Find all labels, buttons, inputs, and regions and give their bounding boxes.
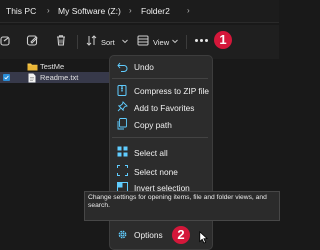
select-none-icon [117,165,128,176]
undo-icon [117,62,128,72]
list-item[interactable]: TestMe [22,61,109,72]
step-badge-1: 1 [214,31,232,49]
menu-item-label: Select none [134,167,178,177]
sort-button[interactable]: Sort [101,38,115,47]
step-badge-2: 2 [172,226,190,244]
menu-item-select-none[interactable]: Select none [111,163,209,179]
menu-item-add-favorites[interactable]: Add to Favorites [111,99,209,115]
pin-icon [117,101,128,112]
chevron-down-icon [122,39,128,44]
more-dot-icon [195,39,198,42]
copy-path-icon [117,118,127,130]
view-button[interactable]: View [153,38,169,47]
address-bar[interactable] [0,0,279,23]
gear-icon [118,230,127,239]
breadcrumb-separator-icon: › [47,6,50,15]
menu-item-label: Add to Favorites [134,103,195,113]
file-name: Readme.txt [40,73,79,82]
menu-item-label: Copy path [134,120,172,130]
menu-item-select-all[interactable]: Select all [111,144,209,160]
zip-icon [117,85,127,96]
menu-divider [112,137,208,138]
folder-icon [27,63,38,71]
menu-item-label: Select all [134,148,168,158]
file-name: TestMe [40,62,65,71]
toolbar-separator [186,35,187,49]
see-more-button[interactable] [193,33,211,48]
menu-item-label: Compress to ZIP file [134,86,210,96]
text-file-icon [28,73,36,83]
more-dot-icon [200,39,203,42]
delete-icon[interactable] [55,34,67,47]
menu-item-compress-zip[interactable]: Compress to ZIP file [111,82,209,98]
menu-item-options[interactable]: Options [111,226,209,243]
menu-item-label: Options [134,230,163,240]
select-all-icon [117,146,128,157]
breadcrumb-folder2[interactable]: Folder2 [141,6,170,16]
breadcrumb-this-pc[interactable]: This PC [6,6,36,16]
chevron-down-icon [172,39,178,44]
breadcrumb-separator-icon: › [187,6,190,15]
list-item-selected[interactable]: Readme.txt [0,72,109,83]
file-list [0,60,109,250]
rename-icon[interactable] [26,34,39,47]
mouse-pointer-icon [199,231,208,244]
checkbox-checked[interactable] [3,74,10,81]
menu-item-copy-path[interactable]: Copy path [111,116,209,132]
menu-item-undo[interactable]: Undo [111,59,209,75]
sort-icon [86,35,97,46]
menu-item-label: Undo [134,62,154,72]
breadcrumb-separator-icon: › [129,6,132,15]
tooltip-text: Change settings for opening items, file … [88,194,267,210]
toolbar-separator [77,35,78,49]
view-icon [137,35,149,46]
check-icon [4,75,9,80]
share-icon[interactable] [0,35,12,47]
menu-divider [112,78,208,79]
more-dot-icon [205,39,208,42]
breadcrumb-drive[interactable]: My Software (Z:) [58,6,121,16]
